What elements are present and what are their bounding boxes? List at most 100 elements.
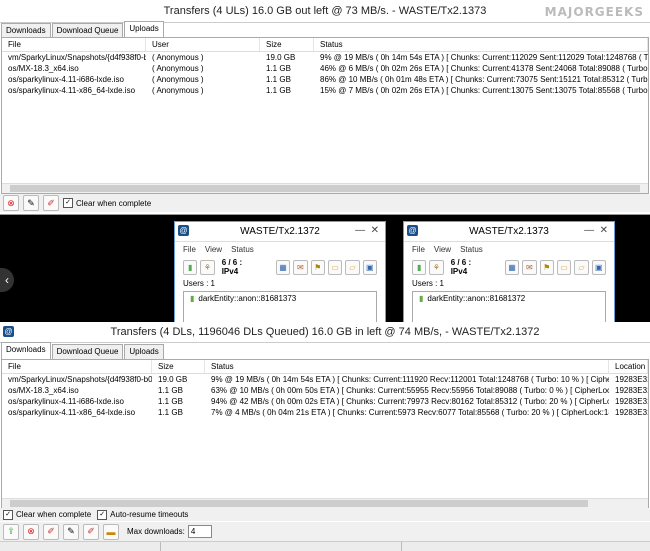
scrollbar-thumb[interactable]	[10, 500, 588, 507]
user-entry[interactable]: darkEntity::anon::81681373	[198, 294, 296, 303]
resume-icon[interactable]: ⇪	[3, 523, 19, 540]
folder-icon[interactable]: ▭	[556, 259, 572, 275]
column-size[interactable]: Size	[152, 360, 205, 373]
cell-size: 1.1 GB	[158, 397, 183, 406]
small-window-title: WASTE/Tx2.1372	[240, 226, 320, 237]
table-row[interactable]: vm/SparkyLinux/Snapshots/{d4f938f0-b0f..…	[2, 52, 648, 63]
open-folder-icon[interactable]: ▱	[574, 259, 589, 275]
menu-file[interactable]: File	[412, 245, 425, 254]
tab-downloads[interactable]: Downloads	[1, 23, 51, 38]
cancel-icon[interactable]: ⊗	[3, 195, 19, 211]
network-icon[interactable]: ▮	[183, 259, 198, 275]
connect-icon[interactable]: ⚘	[200, 259, 215, 275]
scrollbar-thumb[interactable]	[10, 185, 640, 192]
cell-location: 19283E31B	[615, 408, 648, 417]
column-status[interactable]: Status	[205, 360, 609, 373]
horizontal-scrollbar[interactable]	[2, 498, 648, 508]
cell-file: os/sparkylinux-4.11-i686-lxde.iso	[8, 75, 124, 84]
table-row[interactable]: os/sparkylinux-4.11-i686-lxde.iso 1.1 GB…	[2, 396, 648, 407]
auto-resume-checkbox[interactable]: ✓	[97, 509, 108, 520]
menu-file[interactable]: File	[183, 245, 196, 254]
downloads-tabs: Downloads Download Queue Uploads	[1, 342, 164, 359]
clear-when-complete-option[interactable]: ✓ Clear when complete	[63, 198, 151, 208]
chat-icon[interactable]: ✉	[293, 259, 308, 275]
users-list[interactable]: ▮ darkEntity::anon::81681373	[183, 291, 377, 322]
network-icon[interactable]: ▮	[412, 259, 427, 275]
menu-bar: File View Status	[404, 242, 614, 257]
clear-when-complete-checkbox[interactable]: ✓	[3, 509, 13, 520]
erase-icon[interactable]: ✐	[83, 523, 99, 540]
column-user[interactable]: User	[146, 38, 260, 51]
uploads-window: Transfers (4 ULs) 16.0 GB out left @ 73 …	[0, 0, 650, 215]
cell-size: 1.1 GB	[158, 386, 183, 395]
waste-window-1373: @ WASTE/Tx2.1373 — ✕ File View Status ▮ …	[403, 221, 615, 323]
user-entry[interactable]: darkEntity::anon::81681372	[427, 294, 525, 303]
menu-status[interactable]: Status	[460, 245, 483, 254]
cell-file: os/MX-18.3_x64.iso	[8, 386, 79, 395]
status-pane	[0, 542, 161, 551]
clear-when-complete-option[interactable]: ✓ Clear when complete	[3, 509, 91, 520]
close-icon[interactable]: — ✕	[355, 225, 379, 236]
clean-icon[interactable]: ✎	[63, 523, 79, 540]
table-row[interactable]: vm/SparkyLinux/Snapshots/{d4f938f0-b0f0.…	[2, 374, 648, 385]
cell-user: ( Anonymous )	[152, 64, 204, 73]
tab-download-queue[interactable]: Download Queue	[51, 344, 124, 359]
column-size[interactable]: Size	[260, 38, 314, 51]
browse-icon[interactable]: ⚑	[539, 259, 554, 275]
close-icon[interactable]: — ✕	[584, 225, 608, 236]
cell-status: 63% @ 10 MB/s ( 0h 00m 50s ETA ) [ Chunk…	[211, 386, 609, 395]
column-file[interactable]: File	[2, 360, 152, 373]
table-row[interactable]: os/sparkylinux-4.11-x86_64-lxde.iso 1.1 …	[2, 407, 648, 418]
uploads-title: Transfers (4 ULs) 16.0 GB out left @ 73 …	[163, 5, 487, 17]
folder-icon[interactable]: ▭	[327, 259, 343, 275]
tab-uploads[interactable]: Uploads	[124, 21, 164, 38]
browse-icon[interactable]: ⚑	[310, 259, 325, 275]
clean-icon[interactable]: ✎	[23, 195, 39, 211]
menu-status[interactable]: Status	[231, 245, 254, 254]
tab-download-queue[interactable]: Download Queue	[51, 23, 124, 38]
table-row[interactable]: os/sparkylinux-4.11-i686-lxde.iso ( Anon…	[2, 74, 648, 85]
settings-icon[interactable]: ▣	[362, 259, 377, 275]
max-downloads-label: Max downloads:	[127, 527, 185, 536]
menu-view[interactable]: View	[205, 245, 222, 254]
horizontal-scrollbar[interactable]	[2, 183, 648, 193]
previous-arrow-icon[interactable]: ‹	[0, 268, 14, 292]
users-list[interactable]: ▮ darkEntity::anon::81681372	[412, 291, 606, 322]
queue-icon[interactable]: ▬	[103, 523, 119, 540]
clear-icon[interactable]: ✐	[43, 523, 59, 540]
cancel-icon[interactable]: ⊗	[23, 523, 39, 540]
cell-size: 1.1 GB	[158, 408, 183, 417]
clear-when-complete-checkbox[interactable]: ✓	[63, 198, 73, 208]
table-row[interactable]: os/MX-18.3_x64.iso 1.1 GB 63% @ 10 MB/s …	[2, 385, 648, 396]
tab-downloads[interactable]: Downloads	[1, 342, 51, 359]
connect-icon[interactable]: ⚘	[429, 259, 444, 275]
chat-icon[interactable]: ✉	[522, 259, 537, 275]
column-location[interactable]: Location	[609, 360, 648, 373]
menu-view[interactable]: View	[434, 245, 451, 254]
column-file[interactable]: File	[2, 38, 146, 51]
cell-user: ( Anonymous )	[152, 75, 204, 84]
downloads-window: @ Transfers (4 DLs, 1196046 DLs Queued) …	[0, 322, 650, 551]
table-row[interactable]: os/MX-18.3_x64.iso ( Anonymous ) 1.1 GB …	[2, 63, 648, 74]
column-status[interactable]: Status	[314, 38, 648, 51]
downloads-title: Transfers (4 DLs, 1196046 DLs Queued) 16…	[110, 326, 540, 338]
max-downloads-group: Max downloads: 4	[127, 525, 212, 538]
uploads-table[interactable]: File User Size Status vm/SparkyLinux/Sna…	[1, 37, 649, 194]
settings-icon[interactable]: ▣	[591, 259, 606, 275]
clear-icon[interactable]: ✐	[43, 195, 59, 211]
max-downloads-input[interactable]: 4	[187, 525, 212, 538]
downloads-table[interactable]: File Size Status Location vm/SparkyLinux…	[1, 359, 649, 509]
cell-status: 94% @ 42 MB/s ( 0h 00m 02s ETA ) [ Chunk…	[211, 397, 609, 406]
transfers-icon[interactable]: ▦	[275, 259, 291, 275]
connection-status: 6 / 6 : IPv4	[450, 258, 472, 276]
clear-when-complete-label: Clear when complete	[76, 198, 152, 208]
table-row[interactable]: os/sparkylinux-4.11-x86_64-lxde.iso ( An…	[2, 85, 648, 96]
connection-status: 6 / 6 : IPv4	[221, 258, 243, 276]
transfers-icon[interactable]: ▦	[504, 259, 520, 275]
tab-uploads[interactable]: Uploads	[124, 344, 164, 359]
open-folder-icon[interactable]: ▱	[345, 259, 360, 275]
cell-size: 1.1 GB	[266, 64, 291, 73]
cell-user: ( Anonymous )	[152, 53, 204, 62]
auto-resume-option[interactable]: ✓ Auto-resume timeouts	[97, 509, 188, 520]
app-icon: @	[407, 225, 418, 236]
